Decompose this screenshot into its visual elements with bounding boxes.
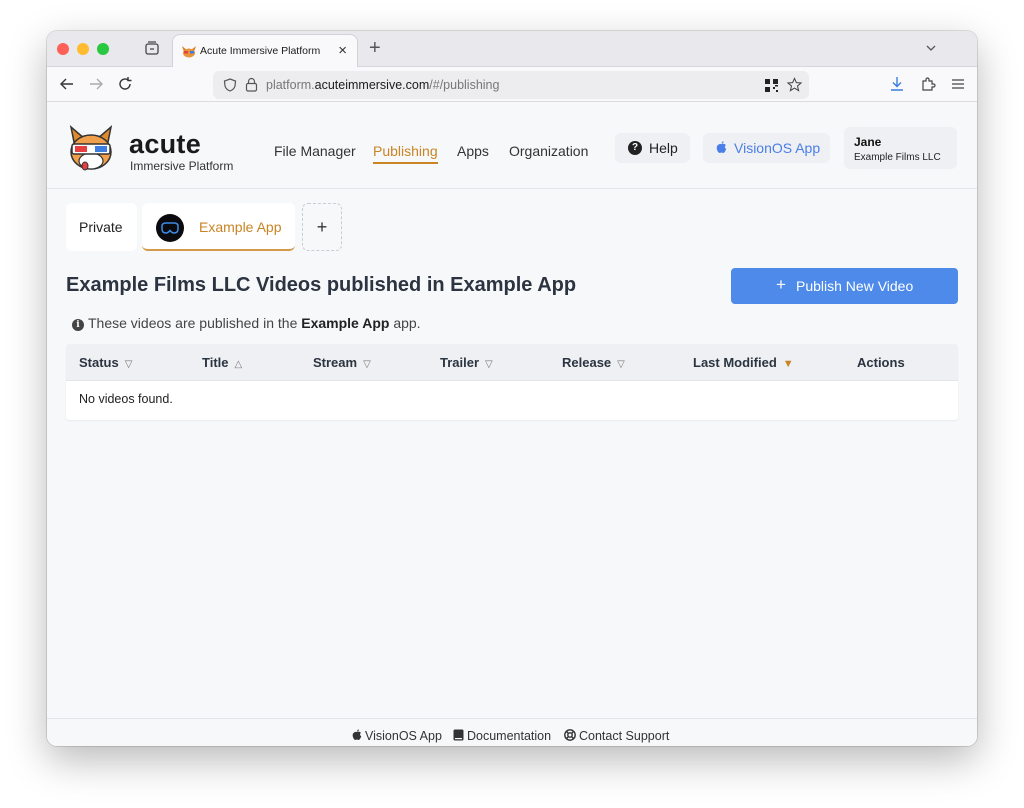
sort-icon[interactable]: ▽ (485, 359, 493, 370)
menu-icon[interactable] (950, 76, 966, 92)
logo-subtitle: Immersive Platform (130, 159, 234, 173)
vision-headset-icon (161, 222, 179, 234)
sort-icon[interactable]: ▽ (617, 359, 625, 370)
user-name: Jane (854, 135, 882, 149)
nav-file-manager[interactable]: File Manager (274, 143, 356, 159)
back-arrow-icon[interactable] (59, 76, 75, 92)
address-bar[interactable]: platform.acuteimmersive.com/#/publishing (213, 71, 809, 99)
tab-private-label: Private (79, 219, 123, 235)
extensions-icon[interactable] (920, 76, 936, 92)
sort-active-icon[interactable]: ▼ (783, 358, 794, 370)
visionos-app-label: VisionOS App (734, 140, 821, 156)
sort-icon[interactable]: ▽ (125, 359, 133, 370)
forward-arrow-icon[interactable] (88, 76, 104, 92)
question-icon: ? (628, 141, 642, 155)
tab-example-app[interactable]: Example App (142, 203, 295, 251)
apple-icon (716, 141, 727, 153)
tab-example-app-label: Example App (199, 219, 282, 235)
bookmark-star-icon[interactable] (787, 77, 802, 92)
sort-icon[interactable]: △ (235, 359, 243, 370)
column-header-last-modified[interactable]: Last Modified ▼ (693, 355, 794, 370)
browser-tab-active[interactable]: Acute Immersive Platform × (173, 35, 357, 67)
browser-window: Acute Immersive Platform × + platform.ac… (47, 31, 977, 746)
column-header-actions: Actions (857, 355, 905, 370)
lock-icon[interactable] (245, 77, 258, 92)
browser-toolbar: platform.acuteimmersive.com/#/publishing (47, 67, 977, 102)
publish-new-video-label: Publish New Video (796, 278, 914, 294)
column-header-trailer[interactable]: Trailer ▽ (440, 355, 493, 370)
qr-code-icon[interactable] (765, 79, 778, 92)
page-footer: VisionOS App Documentation Contact Suppo… (47, 718, 977, 746)
column-header-title[interactable]: Title △ (202, 355, 242, 370)
minimize-window-button[interactable] (77, 43, 89, 55)
reload-icon[interactable] (117, 76, 133, 92)
page-content: acute Immersive Platform File Manager Pu… (47, 103, 977, 746)
help-label: Help (649, 140, 678, 156)
download-icon[interactable] (889, 76, 905, 92)
user-organization: Example Films LLC (854, 152, 941, 163)
column-header-stream[interactable]: Stream ▽ (313, 355, 371, 370)
info-icon: i (72, 319, 84, 331)
column-header-release[interactable]: Release ▽ (562, 355, 625, 370)
plus-icon: + (776, 275, 786, 294)
tab-strip: Acute Immersive Platform × + (47, 31, 977, 67)
footer-documentation-link[interactable]: Documentation (453, 729, 551, 743)
info-message: i These videos are published in the Examp… (72, 315, 421, 331)
tab-overview-icon[interactable] (144, 40, 160, 56)
app-avatar (156, 214, 184, 242)
close-window-button[interactable] (57, 43, 69, 55)
page-title: Example Films LLC Videos published in Ex… (66, 274, 577, 296)
footer-visionos-link[interactable]: VisionOS App (352, 729, 442, 743)
publish-new-video-button[interactable]: + Publish New Video (731, 268, 958, 304)
fox-favicon-icon (182, 46, 196, 58)
apple-icon (352, 729, 362, 740)
window-controls (57, 43, 109, 55)
sort-icon[interactable]: ▽ (363, 359, 371, 370)
zoom-window-button[interactable] (97, 43, 109, 55)
shield-icon[interactable] (223, 78, 237, 92)
tab-close-icon[interactable]: × (338, 42, 347, 59)
table-header: Status ▽ Title △ Stream ▽ Trailer ▽ Release ▽… (66, 344, 958, 381)
book-icon (453, 729, 464, 741)
user-menu[interactable]: Jane Example Films LLC (844, 127, 957, 169)
nav-publishing[interactable]: Publishing (373, 143, 438, 164)
chevron-down-icon[interactable] (925, 42, 937, 54)
nav-organization[interactable]: Organization (509, 143, 588, 159)
help-button[interactable]: ? Help (615, 133, 690, 163)
nav-apps[interactable]: Apps (457, 143, 489, 159)
acute-fox-logo-icon[interactable] (65, 121, 117, 173)
column-header-status[interactable]: Status ▽ (79, 355, 132, 370)
empty-table-message: No videos found. (79, 392, 173, 406)
add-app-button[interactable]: + (302, 203, 342, 251)
videos-table: Status ▽ Title △ Stream ▽ Trailer ▽ Release ▽… (66, 344, 958, 420)
tab-private[interactable]: Private (66, 203, 137, 251)
new-tab-button[interactable]: + (369, 37, 381, 60)
footer-contact-support-link[interactable]: Contact Support (564, 729, 669, 743)
tab-title: Acute Immersive Platform (200, 45, 321, 57)
lifebuoy-icon (564, 729, 576, 741)
logo-wordmark[interactable]: acute (129, 129, 201, 160)
url-text[interactable]: platform.acuteimmersive.com/#/publishing (266, 78, 499, 92)
app-header: acute Immersive Platform File Manager Pu… (47, 103, 977, 189)
visionos-app-button[interactable]: VisionOS App (703, 133, 830, 163)
